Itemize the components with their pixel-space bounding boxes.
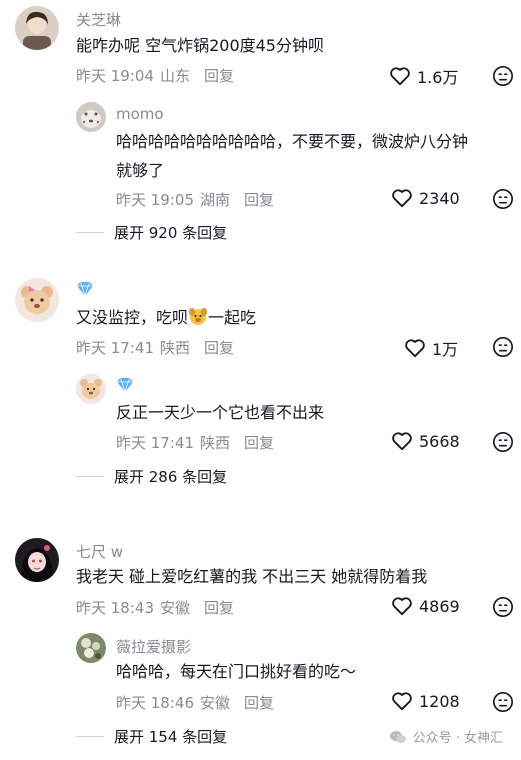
- comment-author[interactable]: [76, 281, 94, 297]
- reply-button[interactable]: 回复: [204, 337, 234, 358]
- avatar[interactable]: [76, 374, 106, 404]
- heart-icon: [391, 188, 413, 208]
- watermark: 公众号 · 女神汇: [389, 727, 503, 746]
- reply-text: 哈哈哈哈哈哈哈哈哈哈，不要不要，微波炉八分钟: [116, 132, 469, 151]
- comment-text: 能咋办呢 空气炸锅200度45分钟呗: [76, 36, 324, 55]
- reply-button[interactable]: 回复: [244, 432, 274, 453]
- divider-line: [76, 476, 104, 477]
- comment-region: 陕西: [160, 339, 191, 357]
- girl-avatar: [15, 6, 59, 50]
- like-count: 1.6万: [417, 68, 459, 87]
- dislike-button[interactable]: [492, 431, 514, 453]
- avatar[interactable]: [15, 6, 59, 50]
- like-button[interactable]: 2340: [391, 188, 460, 208]
- reply-text: 哈哈哈，每天在门口挑好看的吃～: [116, 662, 357, 681]
- reply-button[interactable]: 回复: [204, 65, 234, 86]
- reply-meta: 昨天 17:41 陕西 回复: [116, 432, 274, 453]
- comment-text: 我老天 碰上爱吃红薯的我 不出三天 她就得防着我: [76, 567, 428, 586]
- dog-face-emoji-icon: [188, 306, 208, 326]
- comment-region: 安徽: [160, 599, 191, 617]
- comment-meta: 昨天 19:04 山东 回复: [76, 65, 234, 86]
- reply-region: 安徽: [200, 694, 231, 712]
- like-count: 4869: [419, 596, 460, 616]
- flower-avatar: [76, 633, 106, 663]
- reply-button[interactable]: 回复: [244, 692, 274, 713]
- diamond-icon: [116, 377, 134, 393]
- reply-meta: 昨天 18:46 安徽 回复: [116, 692, 274, 713]
- comment-author[interactable]: 关芝琳: [76, 9, 121, 30]
- comment-region: 山东: [160, 67, 191, 85]
- reply-author[interactable]: [116, 377, 134, 393]
- avatar[interactable]: [76, 102, 106, 132]
- diamond-icon: [76, 281, 94, 297]
- comment-text: 又没监控，吃呗 一起吃: [76, 306, 257, 327]
- wechat-icon: [389, 730, 407, 744]
- heart-icon: [391, 431, 413, 451]
- dislike-icon: [493, 692, 513, 712]
- reply-button[interactable]: 回复: [204, 597, 234, 618]
- watermark-text: 公众号 · 女神汇: [412, 731, 503, 746]
- like-count: 2340: [419, 188, 460, 208]
- dislike-button[interactable]: [492, 336, 514, 358]
- expand-replies-button[interactable]: 展开 286 条回复: [76, 466, 227, 487]
- like-button[interactable]: 1.6万: [389, 64, 458, 88]
- dislike-button[interactable]: [492, 596, 514, 618]
- dislike-icon: [493, 189, 513, 209]
- like-button[interactable]: 1208: [391, 691, 460, 711]
- dislike-button[interactable]: [492, 65, 514, 87]
- bear-avatar: [15, 278, 59, 322]
- reply-meta: 昨天 19:05 湖南 回复: [116, 189, 274, 210]
- avatar[interactable]: [15, 278, 59, 322]
- like-count: 1208: [419, 691, 460, 711]
- dislike-icon: [493, 597, 513, 617]
- expand-replies-button[interactable]: 展开 154 条回复: [76, 726, 227, 747]
- reply-button[interactable]: 回复: [244, 189, 274, 210]
- reply-text: 就够了: [116, 161, 165, 180]
- reply-time: 昨天 18:46: [116, 694, 194, 712]
- comment-time: 昨天 19:04: [76, 67, 154, 85]
- reply-time: 昨天 19:05: [116, 191, 194, 209]
- like-button[interactable]: 1万: [404, 336, 458, 360]
- leopard-avatar: [76, 102, 106, 132]
- reply-author[interactable]: momo: [116, 105, 164, 123]
- dislike-icon: [493, 337, 513, 357]
- comment-time: 昨天 17:41: [76, 339, 154, 357]
- heart-icon: [391, 596, 413, 616]
- avatar[interactable]: [76, 633, 106, 663]
- comment-time: 昨天 18:43: [76, 599, 154, 617]
- heart-icon: [389, 66, 411, 86]
- reply-text: 反正一天少一个它也看不出来: [116, 403, 325, 422]
- comment-meta: 昨天 18:43 安徽 回复: [76, 597, 234, 618]
- anime-girl-avatar: [15, 538, 59, 582]
- reply-time: 昨天 17:41: [116, 434, 194, 452]
- reply-region: 湖南: [200, 191, 231, 209]
- dislike-button[interactable]: [492, 691, 514, 713]
- comment-meta: 昨天 17:41 陕西 回复: [76, 337, 234, 358]
- divider-line: [76, 736, 104, 737]
- avatar[interactable]: [15, 538, 59, 582]
- like-button[interactable]: 5668: [391, 431, 460, 451]
- like-count: 1万: [432, 340, 459, 359]
- divider-line: [76, 232, 104, 233]
- reply-region: 陕西: [200, 434, 231, 452]
- dislike-icon: [493, 66, 513, 86]
- like-count: 5668: [419, 431, 460, 451]
- dislike-icon: [493, 432, 513, 452]
- heart-icon: [404, 338, 426, 358]
- heart-icon: [391, 691, 413, 711]
- comment-author[interactable]: 七尺 w: [76, 541, 123, 562]
- expand-replies-button[interactable]: 展开 920 条回复: [76, 222, 227, 243]
- bear-avatar: [76, 374, 106, 404]
- dislike-button[interactable]: [492, 188, 514, 210]
- reply-author[interactable]: 薇拉爱摄影: [116, 636, 191, 657]
- like-button[interactable]: 4869: [391, 596, 460, 616]
